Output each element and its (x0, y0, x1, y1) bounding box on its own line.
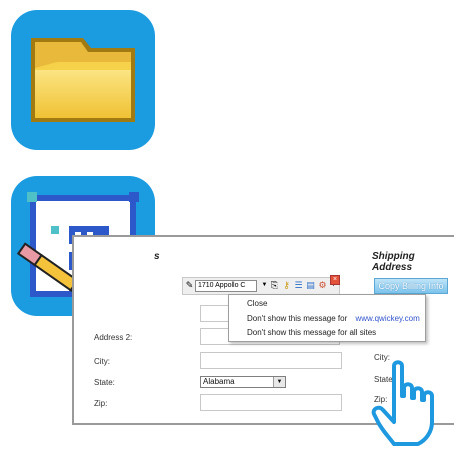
zip-label: Zip: (94, 399, 108, 408)
menu-item-close[interactable]: Close (247, 299, 267, 308)
state-select-value: Alabama (203, 377, 235, 386)
chevron-down-icon: ▼ (273, 377, 285, 387)
hand-cursor-icon (371, 360, 434, 446)
state-label: State: (94, 378, 115, 387)
form-icon[interactable]: ☰ (293, 280, 304, 291)
autofill-toolbar: ✎ 1710 Appollo C ▼ ⎘ ⚷ ☰ ▤ ⚙ ▼ (182, 277, 340, 295)
shipping-section-title: Shipping Address (372, 251, 415, 273)
site-link: www.qwickey.com (355, 314, 420, 323)
city-label: City: (94, 357, 110, 366)
state-select[interactable]: Alabama ▼ (200, 376, 286, 388)
menu-item-dont-show-all[interactable]: Don't show this message for all sites (247, 328, 376, 337)
menu-item-dont-show-site[interactable]: Don't show this message for www.qwickey.… (247, 314, 420, 323)
copy-billing-info-button[interactable]: Copy Billing Info (374, 278, 448, 294)
address-select-value: 1710 Appollo C (198, 282, 246, 289)
zip-field[interactable] (200, 394, 342, 411)
city-field[interactable] (200, 352, 342, 369)
close-icon[interactable]: × (330, 275, 340, 285)
card-icon[interactable]: ▤ (305, 280, 316, 291)
folder-icon (31, 38, 135, 122)
toolbar-dropdown-menu: Close Don't show this message for www.qw… (228, 294, 426, 342)
key-icon[interactable]: ⚷ (281, 280, 292, 291)
address2-label: Address 2: (94, 333, 133, 342)
folder-app-icon[interactable] (11, 10, 155, 150)
address-select[interactable]: 1710 Appollo C (195, 280, 257, 292)
pencil-icon[interactable]: ✎ (184, 280, 195, 291)
settings-icon[interactable]: ⚙ (317, 280, 328, 291)
copy-icon[interactable]: ⎘ (269, 280, 280, 291)
billing-section-title: s (154, 251, 160, 262)
dont-show-site-text: Don't show this message for (247, 314, 348, 323)
